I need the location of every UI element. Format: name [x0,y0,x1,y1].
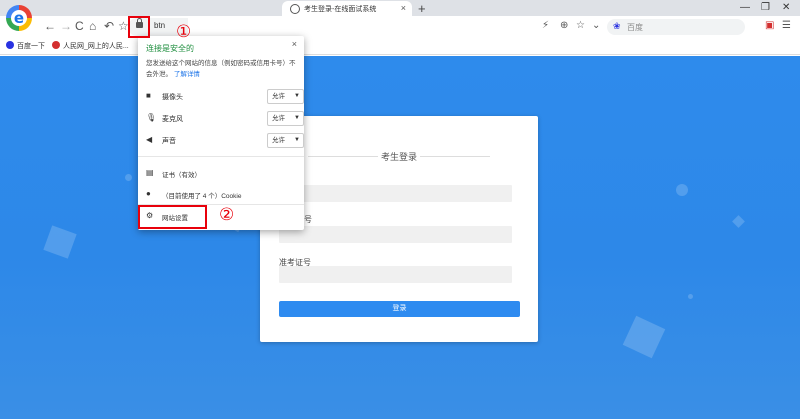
reload-button[interactable]: C [75,19,84,33]
login-button[interactable]: 登录 [279,301,520,317]
chevron-down-icon: ▼ [294,137,300,143]
chevron-down-icon: ▼ [294,115,300,121]
tab-bar: 考生登录-在线面试系统 × + — ❐ ✕ [0,0,800,17]
certificate-icon: ▤ [146,168,154,177]
description-text: 您发送给这个网站的信息（例如密码或信用卡号）不会外泄。 [146,60,296,78]
bookmark-star-icon[interactable]: ☆ [576,20,585,31]
camera-permission-select[interactable]: 允许 ▼ [267,89,304,104]
learn-more-link[interactable]: 了解详情 [174,71,200,78]
certificate-row[interactable]: ▤ 证书（有效） [146,167,296,181]
divider [138,156,304,157]
permission-label: 麦克风 [162,116,183,123]
decor-dot [125,174,132,181]
logo-letter: e [13,9,25,27]
permission-microphone: 🎙︎ 麦克风 允许 ▼ [146,111,304,126]
field-label: 号 [304,215,312,224]
menu-icon[interactable]: ☰ [782,20,791,31]
extension-icon[interactable]: ▣ [765,20,774,31]
close-window-button[interactable]: ✕ [782,2,790,13]
camera-icon: ■ [146,91,151,100]
site-info-button[interactable] [128,16,150,38]
certificate-label: 证书（有效） [162,172,201,179]
lightning-icon[interactable]: ⚡ [542,20,549,31]
connection-secure-title: 连接是安全的 [146,44,194,53]
microphone-permission-select[interactable]: 允许 ▼ [267,111,304,126]
bookmark-baidu[interactable]: 百度一下 [6,41,45,51]
site-info-popup: × 连接是安全的 您发送给这个网站的信息（例如密码或信用卡号）不会外泄。 了解详… [138,36,304,230]
maximize-button[interactable]: ❐ [761,2,770,13]
sound-icon: ◀ [146,135,153,144]
people-bookmark-icon [52,41,60,49]
name-input[interactable] [279,185,512,202]
decor-square [732,215,745,228]
search-placeholder: 百度 [627,23,643,32]
security-description: 您发送给这个网站的信息（例如密码或信用卡号）不会外泄。 了解详情 [146,58,300,80]
permission-label: 摄像头 [162,94,183,101]
lock-icon [136,18,143,28]
forward-button[interactable]: → [60,19,72,33]
back-button[interactable]: ← [44,19,56,33]
id-number-input[interactable] [279,226,512,243]
step-2-marker: ② [219,205,235,225]
bookmark-label: 百度一下 [17,43,45,50]
sound-permission-select[interactable]: 允许 ▼ [267,133,304,148]
tab-title: 考生登录-在线面试系统 [304,6,377,13]
search-input[interactable]: ❀ 百度 [607,19,745,35]
globe-icon [290,4,300,14]
step-1-marker: ① [176,22,192,42]
undo-button[interactable]: ↶ [104,19,114,33]
tab-exam-login[interactable]: 考生登录-在线面试系统 × [282,1,412,17]
bookmarks-bar: 百度一下 人民网_网上的人民... [0,38,800,55]
chevron-down-icon[interactable]: ⌄ [592,20,600,31]
chevron-down-icon: ▼ [294,93,300,99]
bookmark-people[interactable]: 人民网_网上的人民... [52,41,129,51]
select-value: 允许 [272,93,285,100]
cookie-row[interactable]: ● （目前使用了 4 个）Cookie [146,188,296,202]
permission-camera: ■ 摄像头 允许 ▼ [146,89,304,104]
browser-logo[interactable]: e [6,5,32,31]
permission-sound: ◀ 声音 允许 ▼ [146,133,304,148]
popup-close-icon[interactable]: × [292,39,297,49]
decor-dot [676,184,688,196]
site-settings-highlight [138,205,207,229]
navigation-bar: ← → C ⌂ ↶ ☆ btn ⚡ ⊕ ☆ ⌄ ▣ ☰ ❀ 百度 [0,16,800,38]
minimize-button[interactable]: — [740,2,750,13]
cookie-icon: ● [146,189,151,198]
exam-number-input[interactable] [279,266,512,283]
address-text: btn [154,21,166,30]
select-value: 允许 [272,137,285,144]
bookmark-label: 人民网_网上的人民... [63,43,129,50]
permission-label: 声音 [162,138,176,145]
home-button[interactable]: ⌂ [89,19,96,33]
decor-square [622,315,666,359]
tab-close-icon[interactable]: × [401,3,406,13]
page-background: 考生登录 号 准考证号 登录 [0,56,800,419]
select-value: 允许 [272,115,285,122]
baidu-bookmark-icon [6,41,14,49]
zoom-icon[interactable]: ⊕ [560,20,568,31]
cookie-label: （目前使用了 4 个）Cookie [162,193,242,200]
baidu-icon: ❀ [613,21,621,31]
microphone-icon: 🎙︎ [146,113,157,122]
decor-square [43,225,77,259]
new-tab-button[interactable]: + [418,1,426,16]
decor-dot [688,294,693,299]
